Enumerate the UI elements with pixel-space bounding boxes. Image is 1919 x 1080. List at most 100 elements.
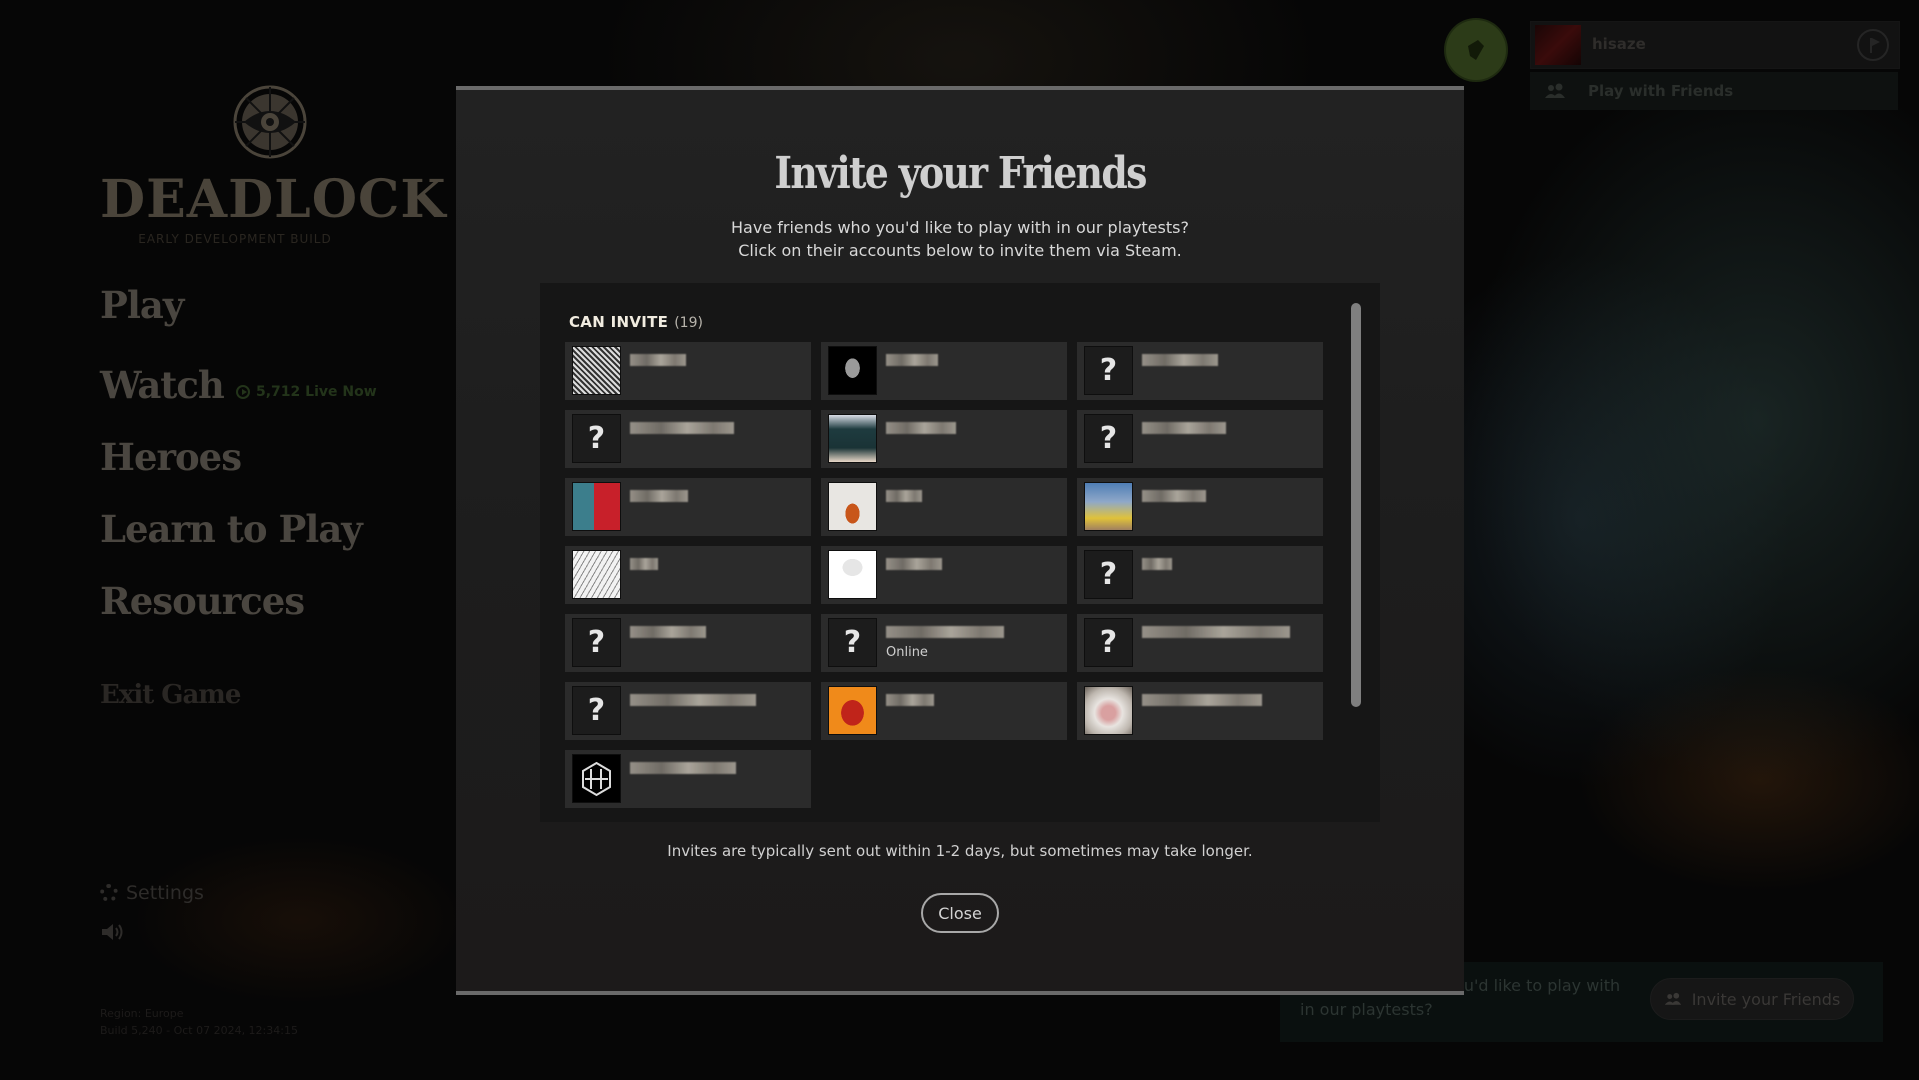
friend-card[interactable] — [565, 342, 811, 400]
friend-name-redacted — [630, 762, 736, 774]
friend-card[interactable] — [821, 478, 1067, 536]
friend-card[interactable] — [1077, 682, 1323, 740]
scroll-quest-button[interactable] — [1446, 20, 1506, 80]
friend-card[interactable]: ? — [565, 614, 811, 672]
question-mark-icon: ? — [1085, 347, 1132, 394]
friends-icon — [1664, 992, 1681, 1005]
friend-name-redacted — [630, 422, 734, 434]
friend-name-redacted — [886, 558, 942, 570]
friend-card[interactable]: ? — [1077, 546, 1323, 604]
friend-card[interactable]: ? — [1077, 614, 1323, 672]
friend-name-redacted — [886, 694, 934, 706]
friend-card[interactable] — [821, 546, 1067, 604]
friend-avatar — [829, 687, 876, 734]
section-label: CAN INVITE — [569, 313, 669, 331]
exit-game-button[interactable]: Exit Game — [100, 680, 241, 710]
friend-name-redacted — [1142, 694, 1262, 706]
eye-emblem-icon — [233, 85, 307, 159]
build-text: Build 5,240 - Oct 07 2024, 12:34:15 — [100, 1024, 298, 1037]
close-button[interactable]: Close — [921, 893, 999, 933]
nav-learn-to-play[interactable]: Learn to Play — [100, 507, 363, 551]
friend-name-redacted — [886, 490, 922, 502]
question-mark-icon: ? — [1085, 415, 1132, 462]
friend-avatar — [1085, 483, 1132, 530]
friend-name-redacted — [886, 626, 1004, 638]
username: hisaze — [1592, 35, 1646, 53]
live-count-badge[interactable]: 5,712 Live Now — [236, 384, 377, 400]
friend-name-redacted — [1142, 354, 1218, 366]
friend-name-redacted — [630, 490, 688, 502]
promo-invite-label: Invite your Friends — [1691, 989, 1841, 1009]
list-scrollbar[interactable] — [1351, 303, 1361, 707]
nav-resources[interactable]: Resources — [100, 579, 305, 623]
scroll-icon — [1468, 40, 1484, 60]
logo-wordmark: DEADLOCK — [100, 169, 447, 230]
volume-icon[interactable] — [100, 922, 126, 942]
promo-invite-button[interactable]: Invite your Friends — [1650, 978, 1854, 1020]
play-circle-icon — [236, 385, 250, 399]
friend-avatar — [573, 483, 620, 530]
friend-card[interactable] — [565, 546, 811, 604]
friend-card[interactable]: ? — [1077, 342, 1323, 400]
friend-card[interactable] — [565, 478, 811, 536]
play-with-friends-button[interactable]: Play with Friends — [1530, 72, 1898, 110]
friend-name-redacted — [1142, 626, 1290, 638]
flag-icon[interactable] — [1857, 29, 1889, 61]
friend-name-redacted — [630, 354, 686, 366]
friend-card[interactable]: ? — [565, 410, 811, 468]
friend-avatar — [829, 347, 876, 394]
friend-avatar — [573, 347, 620, 394]
section-count: (19) — [674, 315, 703, 331]
question-mark-icon: ? — [573, 687, 620, 734]
friend-card[interactable] — [565, 750, 811, 808]
friend-card[interactable] — [821, 342, 1067, 400]
friend-name-redacted — [1142, 422, 1226, 434]
gear-icon — [100, 884, 118, 902]
friend-name-redacted — [630, 626, 706, 638]
user-avatar — [1535, 25, 1581, 65]
settings-button[interactable]: Settings — [100, 882, 204, 904]
question-mark-icon: ? — [1085, 551, 1132, 598]
friend-status: Online — [886, 645, 928, 660]
question-mark-icon: ? — [829, 619, 876, 666]
friend-card[interactable] — [821, 682, 1067, 740]
question-mark-icon: ? — [573, 415, 620, 462]
invite-timing-note: Invites are typically sent out within 1-… — [667, 842, 1253, 860]
friends-icon — [1545, 83, 1565, 98]
friend-avatar — [573, 755, 620, 802]
build-info: Region: Europe Build 5,240 - Oct 07 2024… — [100, 1005, 298, 1039]
nav-heroes[interactable]: Heroes — [100, 435, 242, 479]
friend-avatar — [573, 551, 620, 598]
friend-name-redacted — [886, 422, 956, 434]
region-text: Region: Europe — [100, 1007, 184, 1020]
modal-title: Invite your Friends — [774, 148, 1147, 199]
question-mark-icon: ? — [1085, 619, 1132, 666]
friend-card[interactable] — [1077, 478, 1323, 536]
play-with-friends-label: Play with Friends — [1588, 82, 1734, 100]
section-header: CAN INVITE (19) — [569, 313, 703, 331]
friend-card[interactable]: ? — [1077, 410, 1323, 468]
modal-subtitle: Have friends who you'd like to play with… — [456, 216, 1464, 262]
friend-name-redacted — [1142, 558, 1172, 570]
friend-name-redacted — [1142, 490, 1206, 502]
friend-avatar — [1085, 687, 1132, 734]
friend-avatar — [829, 415, 876, 462]
nav-watch[interactable]: Watch — [100, 363, 225, 407]
friend-card[interactable]: ? — [565, 682, 811, 740]
hex-logo-icon — [582, 761, 611, 797]
question-mark-icon: ? — [573, 619, 620, 666]
friend-card[interactable]: ? Online — [821, 614, 1067, 672]
friend-name-redacted — [630, 558, 658, 570]
friend-card[interactable] — [821, 410, 1067, 468]
logo-subtitle: EARLY DEVELOPMENT BUILD — [138, 232, 332, 246]
invite-friends-modal: Invite your Friends Have friends who you… — [456, 86, 1464, 995]
friend-avatar — [829, 551, 876, 598]
live-count-text: 5,712 Live Now — [256, 384, 377, 400]
friends-list-panel: CAN INVITE (19) ?????? Online?? — [540, 283, 1380, 822]
friend-avatar — [829, 483, 876, 530]
modal-subtitle-line2: Click on their accounts below to invite … — [738, 241, 1182, 260]
user-profile-bar[interactable]: hisaze — [1530, 21, 1900, 69]
modal-subtitle-line1: Have friends who you'd like to play with… — [731, 218, 1189, 237]
friend-name-redacted — [886, 354, 938, 366]
nav-play[interactable]: Play — [100, 283, 184, 327]
